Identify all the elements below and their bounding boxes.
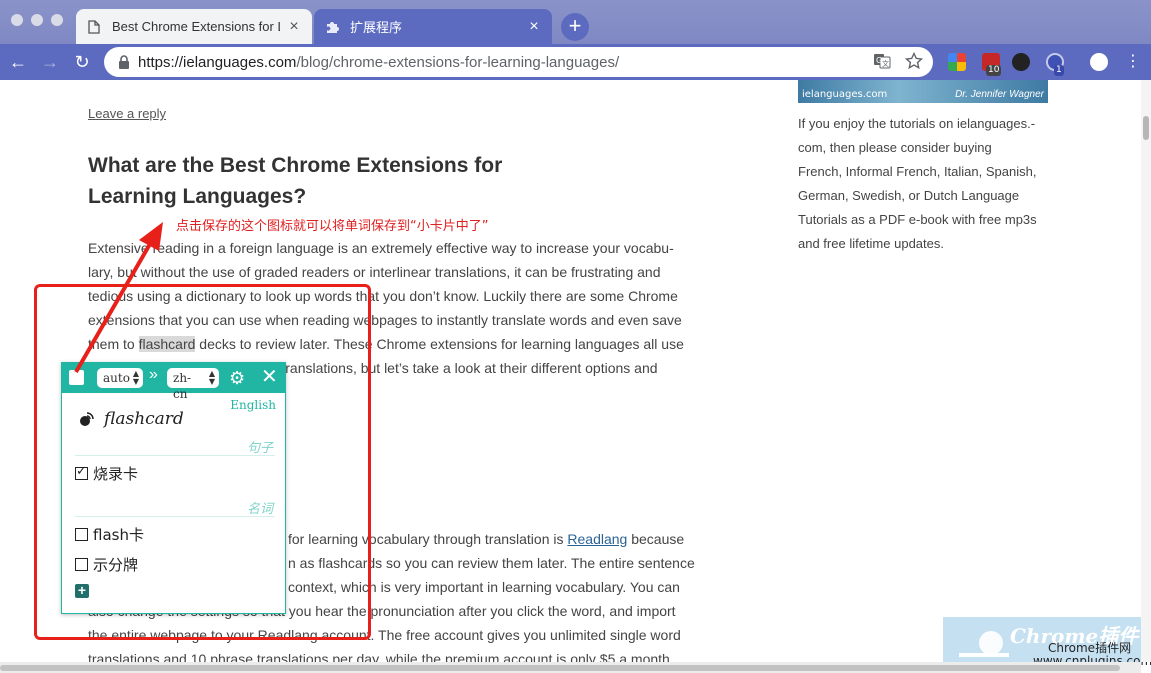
scroll-thumb[interactable] — [0, 665, 1120, 671]
profile-avatar[interactable] — [1090, 53, 1108, 71]
puzzle-icon — [324, 19, 340, 35]
leave-reply-link[interactable]: Leave a reply — [88, 106, 166, 121]
text-line: Tutorials as a PDF e-book with free mp3s — [798, 212, 1037, 227]
text-line: lary, but without the use of graded read… — [88, 264, 661, 280]
vertical-scrollbar[interactable] — [1141, 80, 1151, 662]
text-line: translations and 10 phrase translations … — [88, 651, 670, 662]
new-tab-button[interactable]: + — [561, 13, 589, 41]
tab-title: Best Chrome Extensions for Le — [112, 19, 280, 34]
chrome-extension-icon[interactable] — [948, 53, 966, 71]
url-host: https://ielanguages.com — [138, 53, 297, 71]
tab-title: 扩展程序 — [350, 20, 403, 35]
address-bar[interactable]: https://ielanguages.com/blog/chrome-exte… — [104, 47, 933, 77]
tab-close-icon[interactable]: × — [286, 18, 302, 35]
url-path: /blog/chrome-extensions-for-learning-lan… — [296, 53, 620, 71]
window-close-dot[interactable] — [11, 14, 23, 26]
text-segment: because — [627, 531, 685, 547]
window-minimize-dot[interactable] — [31, 14, 43, 26]
post-title-line: Learning Languages? — [88, 185, 307, 208]
post-title: What are the Best Chrome Extensions for … — [88, 150, 548, 212]
annotation-highlight-box — [34, 284, 371, 640]
tab-best-chrome-extensions[interactable]: Best Chrome Extensions for Le × — [76, 9, 312, 44]
text-line: com, then please consider buying — [798, 140, 992, 155]
text-line: German, Swedish, or Dutch Language — [798, 188, 1020, 203]
post-title-line: What are the Best Chrome Extensions for — [88, 154, 503, 177]
bookmark-star-icon[interactable] — [905, 52, 923, 70]
svg-text:文: 文 — [882, 59, 889, 68]
translator-badge: 1 — [1054, 65, 1064, 76]
text-line: If you enjoy the tutorials on ielanguage… — [798, 116, 1036, 131]
tab-close-icon[interactable]: × — [526, 18, 542, 35]
reload-icon[interactable]: ↻ — [70, 50, 94, 74]
window-zoom-dot[interactable] — [51, 14, 63, 26]
horizontal-scrollbar[interactable] — [0, 662, 1141, 673]
sidebar-promo-text: If you enjoy the tutorials on ielanguage… — [798, 112, 1052, 256]
tab-extensions[interactable]: 扩展程序 × — [314, 9, 552, 44]
text-line: French, Informal French, Italian, Spanis… — [798, 164, 1037, 179]
annotation-text: 点击保存的这个图标就可以将单词保存到“小卡片中了” — [176, 219, 489, 234]
menu-dots-icon[interactable]: ⋮ — [1121, 50, 1145, 74]
link-extension-icon[interactable] — [1012, 53, 1030, 71]
ublock-badge: 10 — [986, 65, 1002, 76]
sidebar-banner-image[interactable]: ielanguages.com Dr. Jennifer Wagner — [798, 80, 1048, 103]
tab-strip: Best Chrome Extensions for Le × 扩展程序 × + — [0, 0, 1151, 44]
scroll-thumb[interactable] — [1143, 116, 1149, 140]
banner-author: Dr. Jennifer Wagner — [955, 89, 1044, 100]
readlang-link[interactable]: Readlang — [567, 531, 627, 547]
lock-icon — [119, 55, 129, 69]
translate-icon[interactable]: G文 — [873, 52, 891, 70]
page-icon — [86, 19, 102, 35]
browser-toolbar: ← → ↻ https://ielanguages.com/blog/chrom… — [0, 44, 1151, 80]
back-icon[interactable]: ← — [6, 50, 30, 74]
text-line: and free lifetime updates. — [798, 236, 944, 251]
text-line: Extensive reading in a foreign language … — [88, 240, 674, 256]
snail-logo-icon — [959, 631, 1009, 657]
forward-icon[interactable]: → — [38, 50, 62, 74]
banner-caption: ielanguages.com — [802, 89, 888, 100]
